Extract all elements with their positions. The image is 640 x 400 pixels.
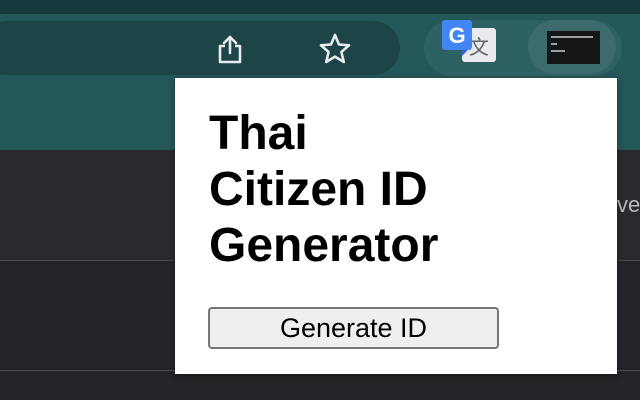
generate-id-button[interactable]: Generate ID bbox=[208, 307, 499, 349]
extension-thumbnail-icon bbox=[547, 31, 600, 64]
svg-text:G: G bbox=[448, 23, 465, 48]
bookmark-star-button[interactable] bbox=[317, 31, 353, 67]
share-button[interactable] bbox=[212, 31, 248, 67]
extension-popup: Thai Citizen ID Generator Generate ID bbox=[175, 78, 617, 374]
popup-title: Thai Citizen ID Generator bbox=[209, 107, 439, 272]
share-icon bbox=[218, 35, 242, 64]
window-top-strip bbox=[0, 0, 640, 14]
google-translate-icon[interactable]: 文 G bbox=[440, 18, 498, 66]
star-icon bbox=[319, 33, 351, 64]
background-partial-text: ve bbox=[617, 192, 640, 217]
